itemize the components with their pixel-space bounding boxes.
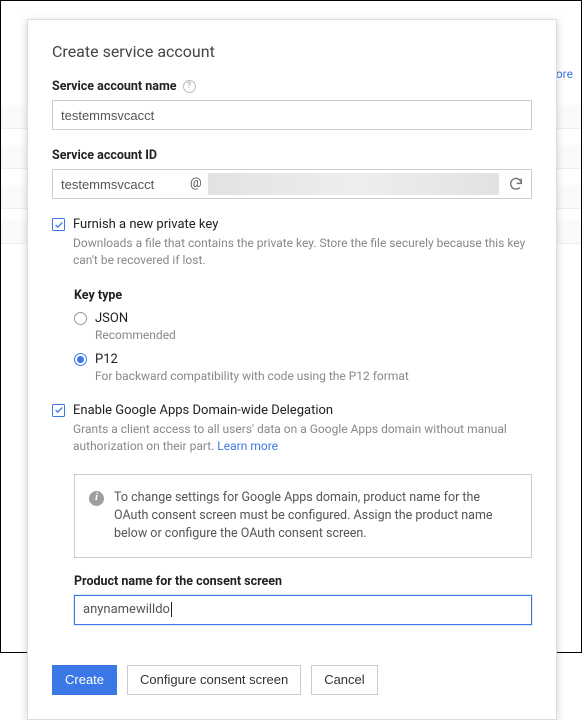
- info-icon: i: [89, 491, 104, 506]
- consent-info-panel: i To change settings for Google Apps dom…: [74, 474, 532, 558]
- key-type-json-desc: Recommended: [95, 328, 532, 342]
- key-type-json-label: JSON: [95, 311, 128, 326]
- key-type-p12-desc: For backward compatibility with code usi…: [95, 369, 532, 383]
- key-type-p12-label: P12: [95, 352, 118, 367]
- key-type-json-radio[interactable]: [74, 312, 87, 325]
- service-account-name-input[interactable]: [52, 100, 532, 130]
- furnish-key-checkbox[interactable]: [52, 218, 65, 231]
- configure-consent-button[interactable]: Configure consent screen: [127, 665, 301, 695]
- consent-info-text: To change settings for Google Apps domai…: [114, 489, 517, 543]
- service-account-id-row: @: [52, 169, 532, 199]
- service-account-id-label: Service account ID: [52, 148, 532, 163]
- delegation-desc: Grants a client access to all users' dat…: [73, 421, 532, 456]
- create-button[interactable]: Create: [52, 665, 117, 695]
- service-account-domain-placeholder: [208, 173, 499, 195]
- delegation-label: Enable Google Apps Domain-wide Delegatio…: [73, 403, 532, 418]
- help-icon[interactable]: ?: [183, 80, 196, 93]
- refresh-icon[interactable]: [501, 170, 531, 198]
- service-account-name-label: Service account name ?: [52, 79, 532, 94]
- learn-more-link[interactable]: Learn more: [217, 439, 278, 453]
- product-name-input[interactable]: anynamewilldo: [74, 595, 532, 625]
- key-type-title: Key type: [74, 288, 532, 303]
- dialog-title: Create service account: [52, 42, 532, 61]
- text-cursor: [171, 602, 172, 617]
- key-type-p12-radio[interactable]: [74, 353, 87, 366]
- at-sign: @: [188, 170, 206, 198]
- cancel-button[interactable]: Cancel: [311, 665, 377, 695]
- furnish-key-desc: Downloads a file that contains the priva…: [73, 235, 532, 270]
- furnish-key-label: Furnish a new private key: [73, 217, 532, 232]
- delegation-checkbox[interactable]: [52, 404, 65, 417]
- create-service-account-dialog: Create service account Service account n…: [27, 19, 557, 720]
- service-account-id-input[interactable]: [53, 170, 188, 198]
- product-name-label: Product name for the consent screen: [74, 574, 532, 589]
